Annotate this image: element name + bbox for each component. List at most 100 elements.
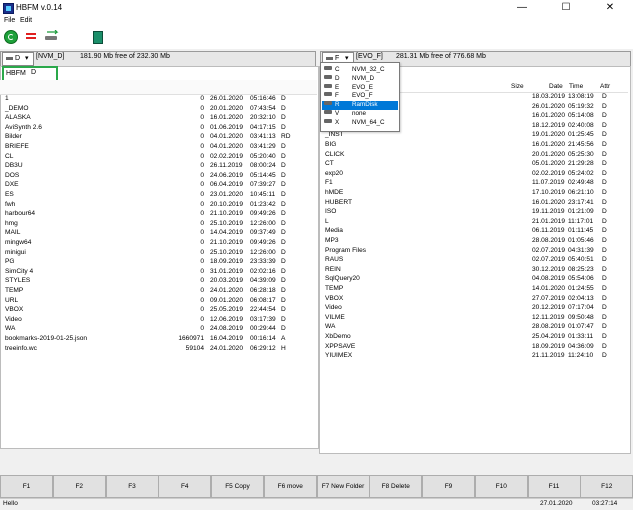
left-column-header[interactable]: [0, 80, 317, 95]
table-row[interactable]: bookmarks-2019-01-25.json 1660971 16.04.20…: [0, 334, 317, 344]
drive-dropdown-list[interactable]: C NVM_32_C D NVM_D E EVO_E F EVO_F R RamDisk Vnone…: [320, 62, 400, 132]
header-size[interactable]: Size: [511, 83, 524, 90]
table-row[interactable]: BIG 16.01.2020 21:45:56 D: [320, 140, 628, 150]
file-date: 04.01.2020: [210, 133, 244, 141]
table-row[interactable]: L 21.01.2019 11:17:01 D: [320, 217, 628, 227]
file-name: 1: [5, 95, 9, 102]
menu-edit[interactable]: Edit: [20, 17, 32, 24]
table-row[interactable]: DB3U 0 26.11.2019 08:00:24 D: [0, 161, 317, 171]
file-time: 00:29:44: [250, 325, 276, 333]
minimize-button[interactable]: —: [500, 0, 544, 16]
table-row[interactable]: AviSynth 2.6 0 01.06.2019 04:17:15 D: [0, 123, 317, 133]
table-row[interactable]: Program Files 02.07.2019 04:31:39 D: [320, 246, 628, 256]
drive-option-x[interactable]: X NVM_64_C: [322, 118, 398, 128]
table-row[interactable]: YIUIMEX 21.11.2019 11:24:10 D: [320, 351, 628, 361]
table-row[interactable]: MP3 28.08.2019 01:05:46 D: [320, 236, 628, 246]
close-button[interactable]: ✕: [588, 0, 632, 16]
file-attr: D: [602, 160, 607, 168]
fkey-9-button[interactable]: F9: [422, 475, 475, 498]
table-row[interactable]: VBOX 0 25.05.2019 22:44:54 D: [0, 305, 317, 315]
table-row[interactable]: harbour64 0 21.10.2019 09:49:26 D: [0, 209, 317, 219]
table-row[interactable]: ES 0 23.01.2020 10:45:11 D: [0, 190, 317, 200]
table-row[interactable]: _DEMO 0 20.01.2020 07:43:54 D: [0, 104, 317, 114]
fkey-4-button[interactable]: F4: [158, 475, 212, 498]
table-row[interactable]: REIN 30.12.2019 08:25:23 D: [320, 265, 628, 275]
drive-icon: [6, 57, 13, 60]
table-row[interactable]: hmg 0 25.10.2019 12:26:00 D: [0, 219, 317, 229]
file-date: 05.01.2020: [532, 160, 566, 168]
file-time: 01:21:09: [568, 208, 594, 216]
table-row[interactable]: hMDE 17.10.2019 06:21:10 D: [320, 188, 628, 198]
table-row[interactable]: VBOX 27.07.2019 02:04:13 D: [320, 294, 628, 304]
table-row[interactable]: WA 0 24.08.2019 00:29:44 D: [0, 324, 317, 334]
table-row[interactable]: F1 11.07.2019 02:49:48 D: [320, 178, 628, 188]
table-row[interactable]: URL 0 09.01.2020 06:08:17 D: [0, 296, 317, 306]
compare-icon[interactable]: [26, 32, 36, 40]
table-row[interactable]: DOS 0 24.06.2019 05:14:45 D: [0, 171, 317, 181]
table-row[interactable]: TEMP 14.01.2020 01:24:55 D: [320, 284, 628, 294]
table-row[interactable]: WA 28.08.2019 01:07:47 D: [320, 322, 628, 332]
table-row[interactable]: SqlQuery20 04.08.2019 05:54:06 D: [320, 274, 628, 284]
maximize-button[interactable]: ☐: [544, 0, 588, 16]
table-row[interactable]: mingw64 0 21.10.2019 09:49:26 D: [0, 238, 317, 248]
disk-info-icon[interactable]: [93, 31, 103, 44]
header-attr[interactable]: Attr: [600, 83, 610, 90]
file-date: 25.05.2019: [210, 306, 244, 314]
table-row[interactable]: fwh 0 20.10.2019 01:23:42 D: [0, 200, 317, 210]
file-attr: D: [602, 169, 607, 177]
table-row[interactable]: Media 06.11.2019 01:11:45 D: [320, 226, 628, 236]
table-row[interactable]: XbDemo 25.04.2019 01:33:11 D: [320, 332, 628, 342]
table-row[interactable]: CL 0 02.02.2019 05:20:40 D: [0, 152, 317, 162]
drive-option-e[interactable]: E EVO_E: [322, 83, 398, 93]
table-row[interactable]: CT 05.01.2020 21:29:28 D: [320, 159, 628, 169]
table-row[interactable]: VILME 12.11.2019 09:50:48 D: [320, 313, 628, 323]
file-attr: D: [281, 123, 286, 131]
drive-option-f[interactable]: F EVO_F: [322, 92, 398, 101]
file-attr: D: [602, 150, 607, 158]
fkey-8-button[interactable]: F8 Delete: [369, 475, 423, 498]
table-row[interactable]: ALASKA 0 16.01.2020 20:32:10 D: [0, 113, 317, 123]
table-row[interactable]: BRIEFE 0 04.01.2020 03:41:29 D: [0, 142, 317, 152]
table-row[interactable]: Video 20.12.2019 07:17:04 D: [320, 303, 628, 313]
file-time: 09:49:26: [250, 239, 276, 246]
table-row[interactable]: MAIL 0 14.04.2019 09:37:49 D: [0, 228, 317, 238]
table-row[interactable]: minigui 0 25.10.2019 12:26:00 D: [0, 248, 317, 258]
fkey-5-button[interactable]: F5 Copy: [211, 475, 264, 498]
fkey-6-button[interactable]: F6 move: [263, 475, 317, 498]
fkey-10-button[interactable]: F10: [474, 475, 528, 498]
fkey-3-button[interactable]: F3: [105, 475, 159, 498]
table-row[interactable]: Bilder 0 04.01.2020 03:41:13 RD: [0, 132, 317, 142]
table-row[interactable]: HUBERT 16.01.2020 23:17:41 D: [320, 198, 628, 208]
table-row[interactable]: RAUS 02.07.2019 05:40:51 D: [320, 255, 628, 265]
drive-option-d[interactable]: D NVM_D: [322, 74, 398, 84]
fkey-11-button[interactable]: F11: [527, 475, 581, 498]
table-row[interactable]: DXE 0 06.04.2019 07:39:27 D: [0, 180, 317, 190]
swap-drive-icon[interactable]: [44, 30, 60, 42]
table-row[interactable]: XPPSAVE 18.09.2019 04:36:09 D: [320, 342, 628, 352]
fkey-7-button[interactable]: F7 New Folder: [316, 475, 370, 498]
table-row[interactable]: TEMP 0 24.01.2020 06:28:18 D: [0, 286, 317, 296]
drive-option-r[interactable]: R RamDisk: [322, 101, 398, 110]
fkey-2-button[interactable]: F2: [52, 475, 106, 498]
table-row[interactable]: treeinfo.wc 59104 24.01.2020 06:29:12 H: [0, 344, 317, 354]
file-name: XPPSAVE: [325, 342, 356, 350]
table-row[interactable]: STYLES 0 20.03.2019 04:39:09 D: [0, 276, 317, 286]
file-size: 0: [200, 287, 204, 294]
drive-option-c[interactable]: C NVM_32_C: [322, 66, 398, 75]
table-row[interactable]: 1 0 26.01.2020 05:16:46 D: [0, 94, 317, 104]
table-row[interactable]: exp20 02.02.2019 05:24:02 D: [320, 169, 628, 179]
table-row[interactable]: SimCity 4 0 31.01.2019 02:02:16 D: [0, 267, 317, 277]
refresh-icon[interactable]: [4, 30, 18, 44]
menu-file[interactable]: File: [4, 17, 15, 24]
table-row[interactable]: CLICK 20.01.2020 05:25:30 D: [320, 150, 628, 160]
table-row[interactable]: ISO 19.11.2019 01:21:09 D: [320, 207, 628, 217]
fkey-1-button[interactable]: F1: [0, 475, 53, 498]
search-input[interactable]: D: [31, 69, 36, 76]
header-time[interactable]: Time: [569, 83, 583, 90]
left-drive-select[interactable]: D ▾: [2, 52, 34, 66]
header-date[interactable]: Date: [549, 83, 563, 90]
fkey-12-button[interactable]: F12: [580, 475, 633, 498]
table-row[interactable]: PG 0 18.09.2019 23:33:39 D: [0, 257, 317, 267]
table-row[interactable]: Video 0 12.06.2019 03:17:39 D: [0, 315, 317, 325]
drive-option-v[interactable]: Vnone: [322, 110, 398, 119]
